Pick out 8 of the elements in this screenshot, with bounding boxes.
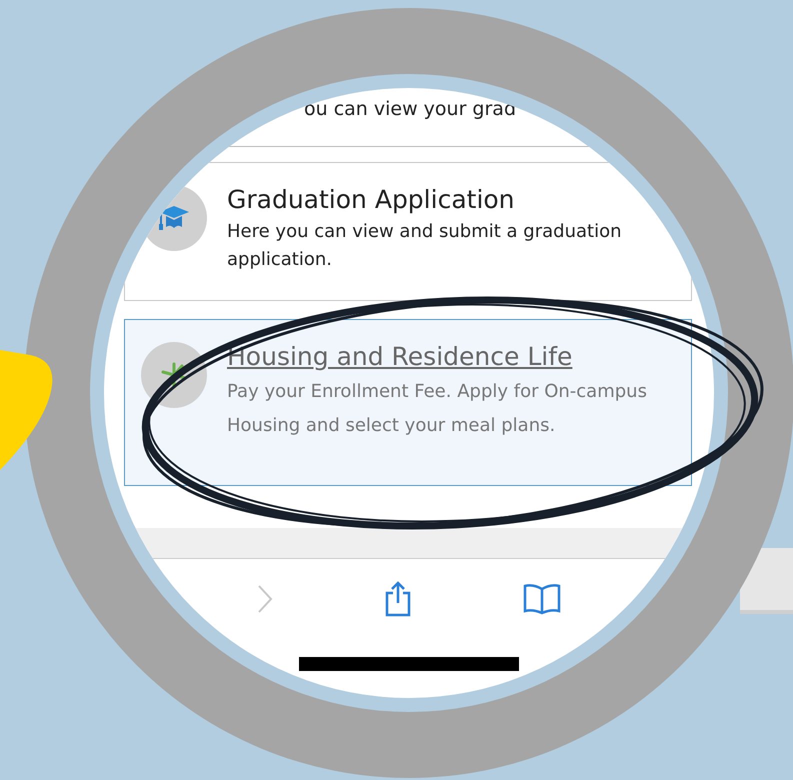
card-description: Here you can view and submit a graduation application. — [227, 220, 622, 272]
bookmarks-icon[interactable] — [523, 583, 561, 616]
card-title: Housing and Residence Life — [227, 342, 572, 371]
service-card[interactable]: Housing and Residence Life Pay your Enrollment Fee. Apply for On-campus Housing and select your meal plans. — [124, 318, 692, 486]
service-card[interactable]: Graduation Application Here you can view and submit a graduation application. — [124, 162, 692, 301]
card-title: Graduation Application — [227, 185, 515, 214]
card-description: Pay your Enrollment Fee. Apply for On-campus Housing and select your meal plans. — [227, 380, 648, 438]
share-icon[interactable] — [383, 581, 413, 618]
